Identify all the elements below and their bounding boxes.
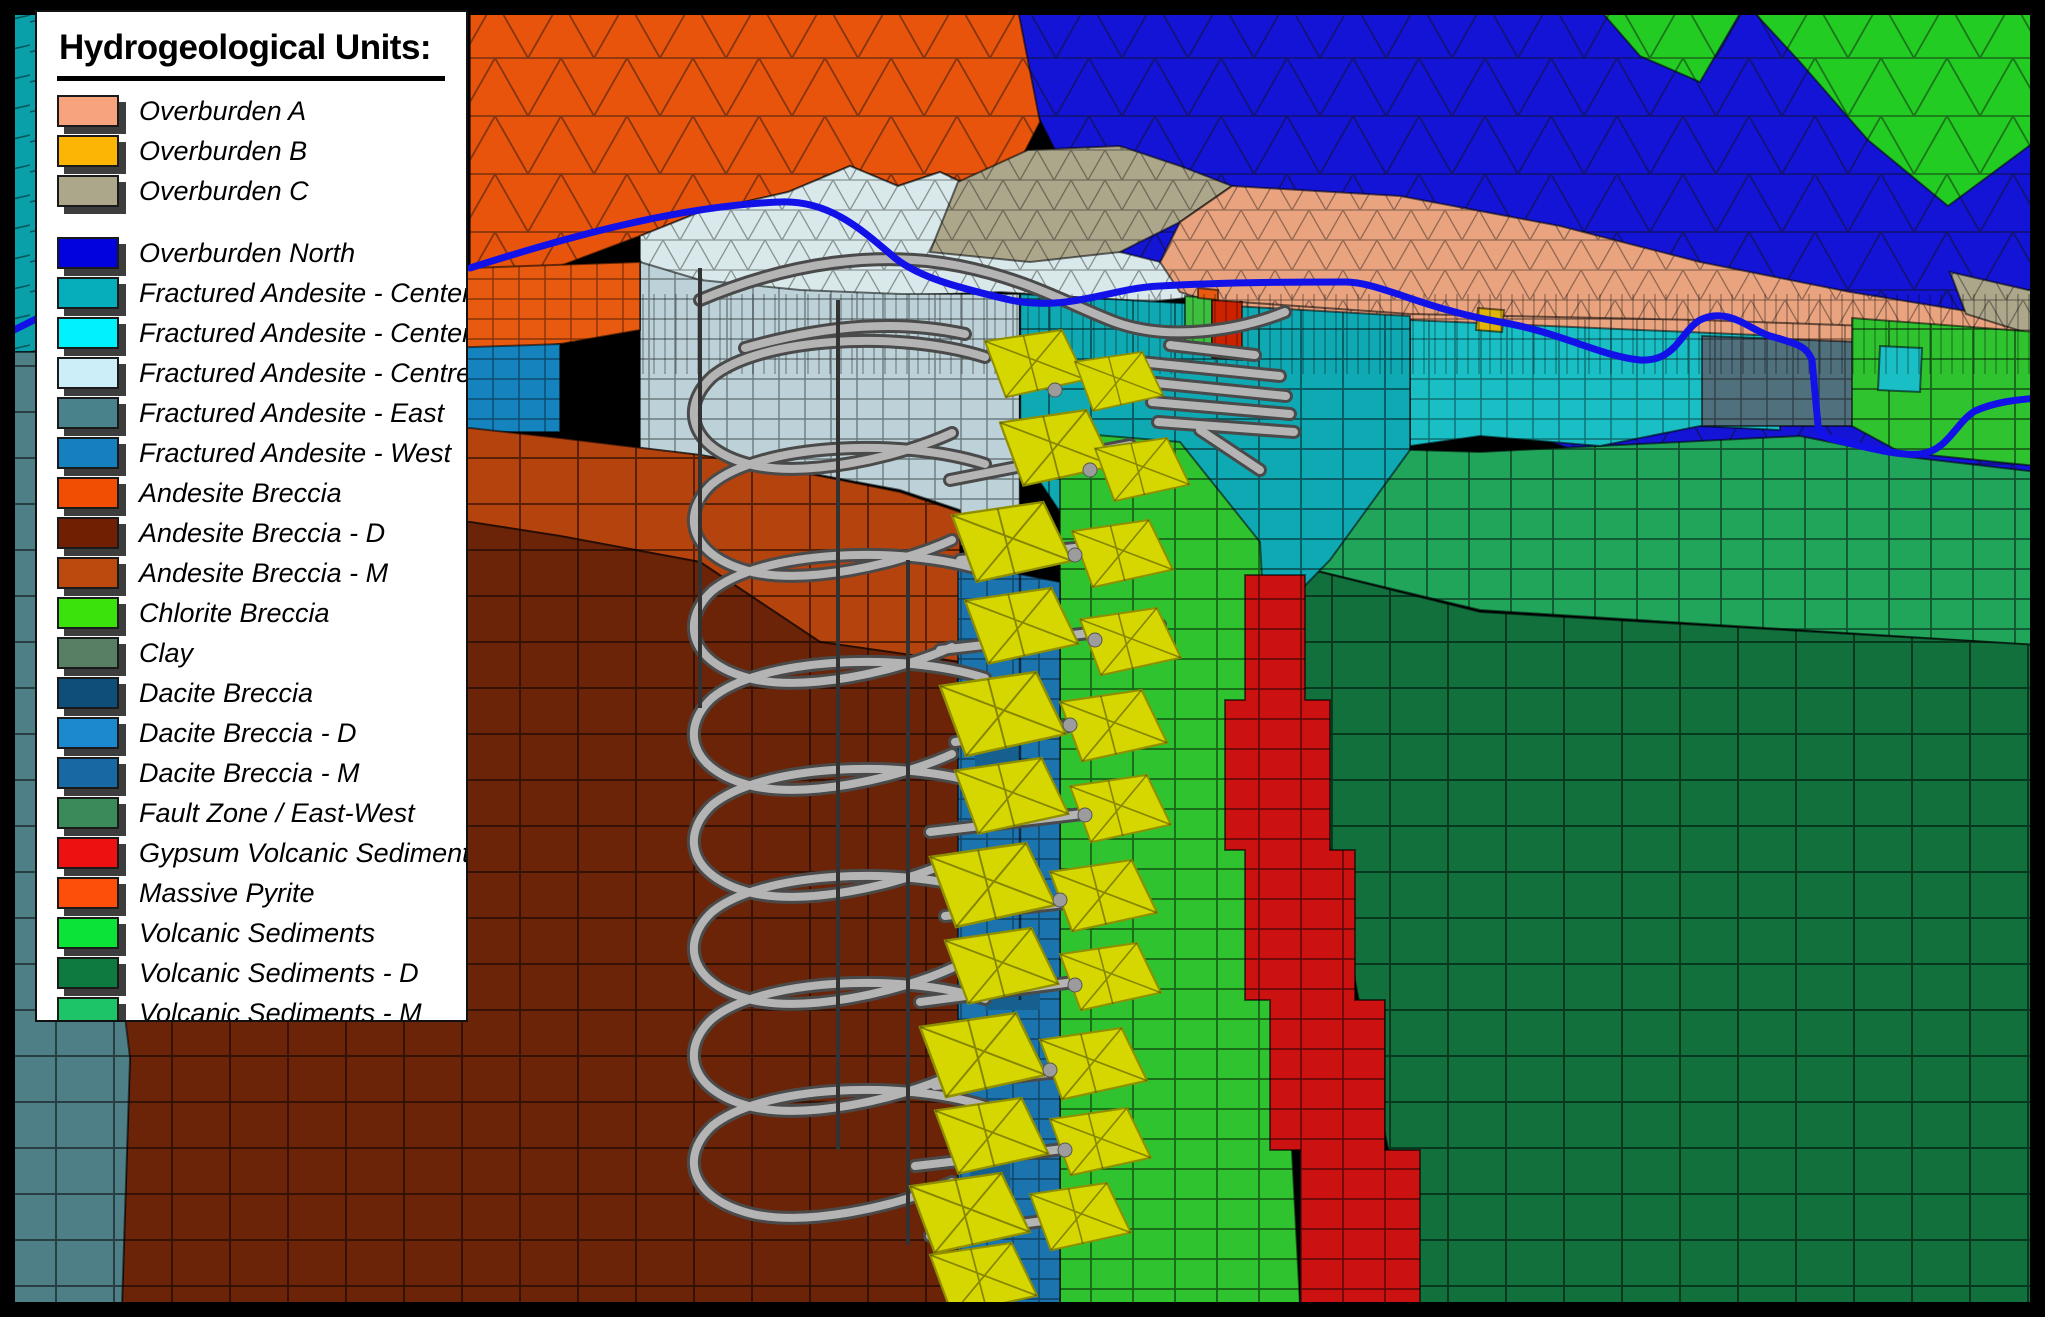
legend-item: Andesite Breccia	[37, 473, 466, 513]
legend-item: Overburden B	[37, 131, 466, 171]
legend-item-label: Volcanic Sediments - D	[139, 958, 419, 989]
legend-swatch	[57, 717, 119, 749]
legend-swatch	[57, 597, 119, 629]
cell-fractured-andesite	[1878, 346, 1922, 392]
legend-panel: Hydrogeological Units: Overburden AOverb…	[35, 10, 468, 1022]
legend-item-label: Fractured Andesite - West	[139, 438, 451, 469]
legend-item-label: Overburden B	[139, 136, 307, 167]
legend-item-label: Overburden A	[139, 96, 306, 127]
legend-item-label: Clay	[139, 638, 193, 669]
legend-swatch	[57, 917, 119, 949]
legend-swatch	[57, 357, 119, 389]
legend-item: Dacite Breccia - D	[37, 713, 466, 753]
legend-swatch	[57, 837, 119, 869]
legend-item-label: Fractured Andesite - Centre West	[139, 358, 468, 389]
legend-item: Overburden A	[37, 91, 466, 131]
legend-item: Andesite Breccia - M	[37, 553, 466, 593]
legend-item-label: Overburden C	[139, 176, 309, 207]
legend-item-label: Fractured Andesite - Center East	[139, 318, 468, 349]
legend-swatch	[57, 557, 119, 589]
legend-title: Hydrogeological Units:	[57, 28, 445, 81]
legend-item: Fractured Andesite - West	[37, 433, 466, 473]
legend-item: Massive Pyrite	[37, 873, 466, 913]
legend-swatch	[57, 957, 119, 989]
legend-swatch	[57, 797, 119, 829]
legend-swatch	[57, 175, 119, 207]
legend-item: Fractured Andesite - Center East	[37, 313, 466, 353]
legend-swatch	[57, 677, 119, 709]
legend-item-label: Dacite Breccia	[139, 678, 313, 709]
legend-swatch	[57, 757, 119, 789]
legend-swatch	[57, 517, 119, 549]
legend-swatch	[57, 277, 119, 309]
legend-swatch	[57, 637, 119, 669]
legend-item-label: Dacite Breccia - M	[139, 758, 360, 789]
legend-swatch	[57, 877, 119, 909]
legend-item-label: Fractured Andesite - East	[139, 398, 444, 429]
legend-item: Fractured Andesite - East	[37, 393, 466, 433]
screenshot-root: { "legend": { "title": "Hydrogeological …	[0, 0, 2045, 1317]
legend-item: Chlorite Breccia	[37, 593, 466, 633]
legend-item-label: Chlorite Breccia	[139, 598, 330, 629]
legend-swatch	[57, 997, 119, 1022]
legend-item-label: Gypsum Volcanic Sediments	[139, 838, 468, 869]
legend-item-label: Andesite Breccia	[139, 478, 342, 509]
wall-clay	[1702, 336, 1862, 426]
legend-item: Dacite Breccia	[37, 673, 466, 713]
legend-item-label: Volcanic Sediments	[139, 918, 375, 949]
legend-item: Clay	[37, 633, 466, 673]
legend-swatch	[57, 237, 119, 269]
legend-item-label: Volcanic Sediments - M	[139, 998, 422, 1023]
legend-item-label: Massive Pyrite	[139, 878, 315, 909]
legend-swatch	[57, 477, 119, 509]
legend-items: Overburden A Overburden B Overburden C Over…	[37, 91, 466, 1022]
legend-item: Overburden North	[37, 233, 466, 273]
legend-swatch	[57, 135, 119, 167]
legend-item-label: Andesite Breccia - M	[139, 558, 388, 589]
legend-item: Gypsum Volcanic Sediments	[37, 833, 466, 873]
legend-item: Volcanic Sediments	[37, 913, 466, 953]
legend-item: Volcanic Sediments - M	[37, 993, 466, 1022]
legend-item: Fractured Andesite - Center	[37, 273, 466, 313]
legend-item-label: Fractured Andesite - Center	[139, 278, 468, 309]
legend-swatch	[57, 397, 119, 429]
legend-item-label: Fault Zone / East-West	[139, 798, 415, 829]
legend-item: Dacite Breccia - M	[37, 753, 466, 793]
legend-item-label: Dacite Breccia - D	[139, 718, 357, 749]
legend-item: Fault Zone / East-West	[37, 793, 466, 833]
outcrop-massive-pyrite	[1198, 288, 1218, 300]
legend-item-label: Overburden North	[139, 238, 355, 269]
legend-item-label: Andesite Breccia - D	[139, 518, 385, 549]
legend-item: Fractured Andesite - Centre West	[37, 353, 466, 393]
legend-swatch	[57, 317, 119, 349]
legend-swatch	[57, 437, 119, 469]
legend-item: Overburden C	[37, 171, 466, 211]
legend-item: Volcanic Sediments - D	[37, 953, 466, 993]
legend-swatch	[57, 95, 119, 127]
legend-item: Andesite Breccia - D	[37, 513, 466, 553]
